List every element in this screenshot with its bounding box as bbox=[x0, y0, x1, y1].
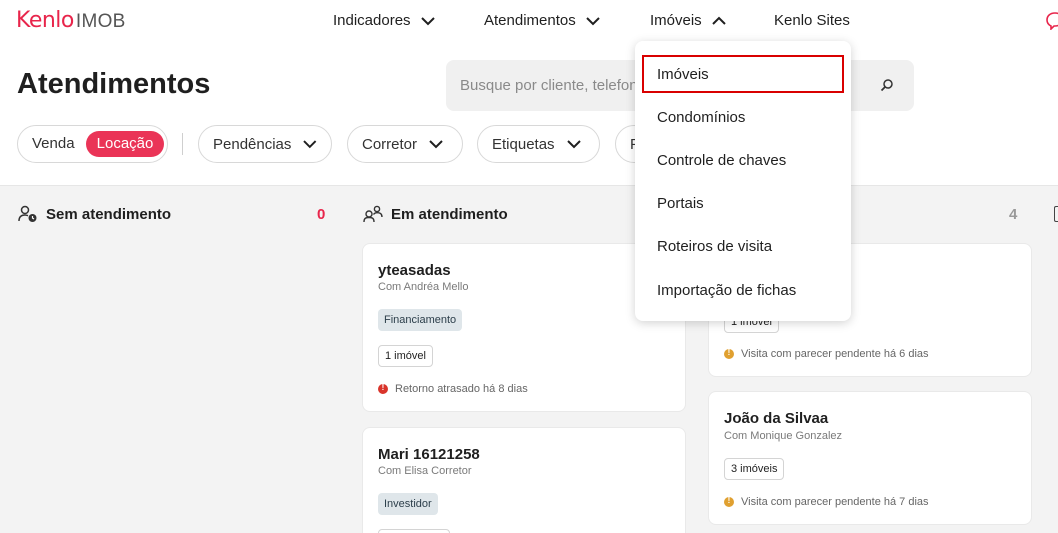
property-count-badge: 1 imóvel bbox=[378, 345, 433, 367]
alert-icon bbox=[378, 383, 388, 394]
column-third-count: 4 bbox=[1009, 206, 1018, 223]
nav-indicadores-label: Indicadores bbox=[333, 12, 411, 29]
nav-atendimentos[interactable]: Atendimentos bbox=[484, 12, 600, 29]
filter-etiquetas[interactable]: Etiquetas bbox=[477, 125, 600, 163]
nav-indicadores[interactable]: Indicadores bbox=[333, 12, 435, 29]
chevron-down-icon bbox=[420, 16, 435, 25]
lead-name: yteasadas bbox=[378, 262, 451, 279]
filter-corretor-label: Corretor bbox=[362, 135, 418, 153]
filter-corretor[interactable]: Corretor bbox=[347, 125, 463, 163]
chevron-down-icon bbox=[429, 140, 443, 149]
nav-imoveis-label: Imóveis bbox=[650, 12, 702, 29]
kenlo-logo[interactable]: Kenlo IMOB bbox=[16, 8, 126, 33]
column-sem-atendimento-header: Sem atendimento bbox=[18, 205, 171, 223]
lead-status: Retorno atrasado há 8 dias bbox=[378, 383, 528, 395]
nav-atendimentos-label: Atendimentos bbox=[484, 12, 576, 29]
search-icon[interactable] bbox=[880, 78, 894, 92]
deal-type-toggle: Venda Locação bbox=[17, 125, 168, 163]
nav-kenlo-sites-label: Kenlo Sites bbox=[774, 12, 850, 29]
column-sem-atendimento-count: 0 bbox=[317, 206, 326, 223]
column-em-atendimento-title: Em atendimento bbox=[391, 205, 508, 223]
lead-agent: Com Andréa Mello bbox=[378, 281, 469, 293]
lead-status: Visita com parecer pendente há 6 dias bbox=[724, 348, 929, 360]
divider bbox=[182, 133, 183, 155]
logo-product: IMOB bbox=[75, 11, 126, 32]
chevron-down-icon bbox=[566, 140, 581, 149]
lead-tag: Financiamento bbox=[378, 309, 463, 331]
property-count-badge: 3 imóveis bbox=[724, 458, 785, 480]
lead-status-text: Visita com parecer pendente há 6 dias bbox=[741, 348, 929, 360]
lead-agent: Com Monique Gonzalez bbox=[724, 430, 843, 442]
top-navigation: Kenlo IMOB Indicadores Atendimentos Imóv… bbox=[0, 0, 1058, 42]
filter-pendencias-label: Pendências bbox=[213, 135, 292, 153]
toggle-venda[interactable]: Venda bbox=[32, 135, 75, 152]
filter-etiquetas-label: Etiquetas bbox=[492, 135, 555, 153]
property-count-badge bbox=[378, 529, 450, 533]
lead-card[interactable]: João da Silvaa Com Monique Gonzalez 3 im… bbox=[708, 391, 1032, 525]
filter-pendencias[interactable]: Pendências bbox=[198, 125, 332, 163]
chevron-down-icon bbox=[303, 140, 317, 149]
column-em-atendimento-header: Em atendimento bbox=[363, 205, 508, 223]
alert-icon bbox=[724, 348, 734, 359]
menu-item-roteiros-de-visita[interactable]: Roteiros de visita bbox=[657, 238, 772, 255]
alert-icon bbox=[724, 496, 734, 507]
lead-status-text: Retorno atrasado há 8 dias bbox=[395, 383, 528, 395]
page-title: Atendimentos bbox=[17, 68, 211, 100]
lead-card[interactable]: Mari 16121258 Com Elisa Corretor Investi… bbox=[362, 427, 686, 533]
users-icon bbox=[363, 205, 383, 223]
nav-imoveis[interactable]: Imóveis bbox=[650, 12, 726, 29]
menu-item-portais[interactable]: Portais bbox=[657, 195, 704, 212]
chevron-down-icon bbox=[586, 16, 600, 25]
lead-tag: Investidor bbox=[378, 493, 438, 515]
menu-item-controle-de-chaves[interactable]: Controle de chaves bbox=[657, 152, 786, 169]
nav-kenlo-sites[interactable]: Kenlo Sites bbox=[774, 12, 850, 29]
logo-brand: Kenlo bbox=[16, 8, 74, 33]
help-chat-icon[interactable] bbox=[1046, 12, 1058, 30]
menu-item-condominios[interactable]: Condomínios bbox=[657, 109, 745, 126]
user-clock-icon bbox=[18, 205, 37, 222]
toggle-locacao[interactable]: Locação bbox=[86, 131, 164, 157]
lead-name: João da Silvaa bbox=[724, 410, 829, 427]
chevron-up-icon bbox=[711, 16, 726, 25]
search-placeholder: Busque por cliente, telefone bbox=[460, 77, 646, 94]
lead-status: Visita com parecer pendente há 7 dias bbox=[724, 496, 929, 508]
next-column-icon bbox=[1054, 206, 1058, 222]
column-sem-atendimento-title: Sem atendimento bbox=[46, 205, 172, 223]
menu-item-importacao-de-fichas[interactable]: Importação de fichas bbox=[657, 282, 796, 299]
imoveis-dropdown-menu: Imóveis Condomínios Controle de chaves P… bbox=[635, 41, 851, 321]
lead-agent: Com Elisa Corretor bbox=[378, 465, 472, 477]
menu-item-imoveis[interactable]: Imóveis bbox=[657, 66, 709, 83]
lead-name: Mari 16121258 bbox=[378, 446, 480, 463]
lead-status-text: Visita com parecer pendente há 7 dias bbox=[741, 496, 929, 508]
